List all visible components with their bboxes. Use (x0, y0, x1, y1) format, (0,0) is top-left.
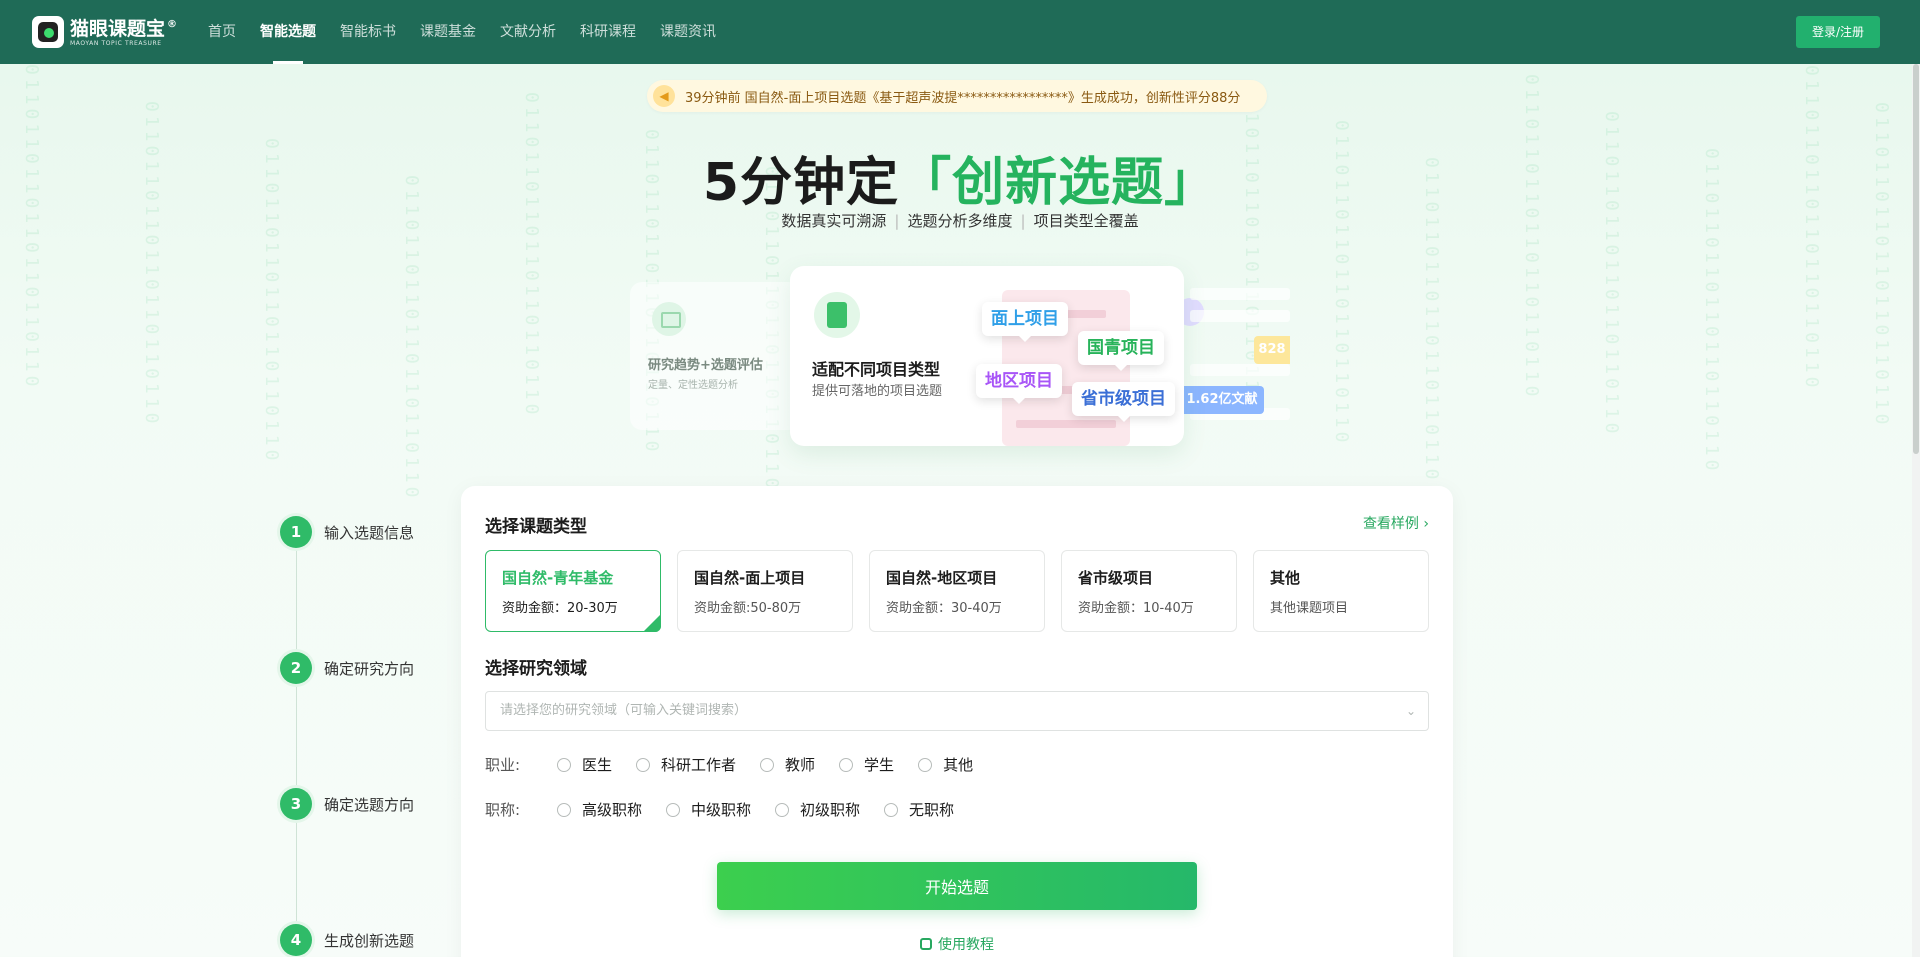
project-type-options: 国自然-青年基金 资助金额：20-30万 ✓ 国自然-面上项目 资助金额:50-… (485, 550, 1429, 632)
login-register-button[interactable]: 登录/注册 (1795, 16, 1880, 48)
feature-card-desc: 提供可落地的项目选题 (812, 384, 943, 399)
type-option-nsfc-general[interactable]: 国自然-面上项目 资助金额:50-80万 (677, 550, 853, 632)
chart-monitor-icon (652, 302, 686, 336)
feature-card-trend-title: 研究趋势+选题评估 (648, 358, 763, 373)
chip-general-project: 面上项目 (982, 302, 1068, 342)
radio-middle-title[interactable]: 中级职称 (666, 799, 751, 820)
logo-english: MAOYAN TOPIC TREASURE (70, 39, 162, 47)
main-menu: 首页 智能选题 智能标书 课题基金 文献分析 科研课程 课题资讯 (196, 0, 728, 64)
document-icon (814, 292, 860, 338)
view-sample-link[interactable]: 查看样例 › (1363, 513, 1429, 533)
radio-senior-title[interactable]: 高级职称 (557, 799, 642, 820)
type-option-nsfc-youth[interactable]: 国自然-青年基金 资助金额：20-30万 ✓ (485, 550, 661, 632)
tutorial-icon (920, 938, 932, 950)
hero-subtitle: 数据真实可溯源 | 选题分析多维度 | 项目类型全覆盖 (781, 212, 1139, 230)
tutorial-link[interactable]: 使用教程 (461, 934, 1453, 954)
stat-badge: 828 (1254, 336, 1290, 364)
type-option-other[interactable]: 其他 其他课题项目 (1253, 550, 1429, 632)
feature-card-trend-desc: 定量、定性选题分析 (648, 380, 738, 391)
cat-eye-logo-icon (32, 16, 64, 48)
chevron-down-icon: ⌄ (1405, 704, 1416, 718)
title-rank-group: 职称: 高级职称 中级职称 初级职称 无职称 (485, 799, 978, 820)
title-rank-label: 职称: (485, 801, 521, 819)
feature-card-project-types[interactable]: 适配不同项目类型 提供可落地的项目选题 面上项目 国青项目 地区项目 省市级项目 (790, 266, 1184, 446)
checkmark-icon: ✓ (650, 619, 658, 629)
step-label: 确定研究方向 (324, 659, 415, 678)
literature-count-badge: 1.62亿文献 (1180, 386, 1264, 414)
top-navbar: 猫眼课题宝 ® MAOYAN TOPIC TREASURE 首页 智能选题 智能标… (0, 0, 1920, 64)
chip-regional-project: 地区项目 (976, 364, 1062, 404)
live-notice-bar: ◀ 39分钟前 国自然-面上项目选题《基于超声波提***************… (647, 80, 1267, 112)
occupation-group: 职业: 医生 科研工作者 教师 学生 其他 (485, 754, 997, 775)
step-label: 输入选题信息 (324, 523, 415, 542)
speaker-icon: ◀ (653, 85, 675, 107)
step-number: 3 (280, 788, 312, 820)
topic-form-card: 选择课题类型 查看样例 › 国自然-青年基金 资助金额：20-30万 ✓ 国自然… (461, 486, 1453, 957)
menu-item-home[interactable]: 首页 (196, 0, 248, 64)
feature-card-title: 适配不同项目类型 (812, 360, 941, 379)
notice-text: 39分钟前 国自然-面上项目选题《基于超声波提*****************… (685, 90, 1241, 106)
step-1: 1 输入选题信息 (280, 516, 414, 548)
chip-youth-project: 国青项目 (1078, 331, 1164, 371)
hero-title-highlight: 「创新选题」 (899, 153, 1218, 213)
steps-connector (296, 532, 297, 952)
radio-junior-title[interactable]: 初级职称 (775, 799, 860, 820)
step-number: 4 (280, 924, 312, 956)
hero-title: 5分钟定「创新选题」 (702, 153, 1218, 213)
menu-item-research-courses[interactable]: 科研课程 (568, 0, 648, 64)
radio-doctor[interactable]: 医生 (557, 754, 612, 775)
radio-student[interactable]: 学生 (839, 754, 894, 775)
step-label: 确定选题方向 (324, 795, 415, 814)
project-type-title: 选择课题类型 (485, 517, 587, 537)
scrollbar-thumb[interactable] (1913, 64, 1919, 454)
type-option-nsfc-regional[interactable]: 国自然-地区项目 资助金额：30-40万 (869, 550, 1045, 632)
chip-provincial-project: 省市级项目 (1072, 382, 1175, 422)
progress-steps: 1 输入选题信息 2 确定研究方向 3 确定选题方向 4 生成创新选题 (280, 514, 440, 957)
step-4: 4 生成创新选题 (280, 924, 414, 956)
radio-other-job[interactable]: 其他 (918, 754, 973, 775)
start-topic-button[interactable]: 开始选题 (717, 862, 1197, 910)
menu-item-topic-fund[interactable]: 课题基金 (408, 0, 488, 64)
logo-name: 猫眼课题宝 ® (70, 17, 178, 40)
step-3: 3 确定选题方向 (280, 788, 414, 820)
menu-item-literature-analysis[interactable]: 文献分析 (488, 0, 568, 64)
research-field-placeholder: 请选择您的研究领域（可输入关键词搜索） (500, 703, 748, 718)
menu-item-smart-topic[interactable]: 智能选题 (248, 0, 328, 64)
feature-card-trend[interactable]: 研究趋势+选题评估 定量、定性选题分析 (630, 282, 800, 430)
menu-item-topic-news[interactable]: 课题资讯 (648, 0, 728, 64)
research-field-select[interactable]: 请选择您的研究领域（可输入关键词搜索） ⌄ (485, 691, 1429, 731)
radio-researcher[interactable]: 科研工作者 (636, 754, 736, 775)
occupation-label: 职业: (485, 756, 521, 774)
step-2: 2 确定研究方向 (280, 652, 414, 684)
type-option-provincial[interactable]: 省市级项目 资助金额：10-40万 (1061, 550, 1237, 632)
step-number: 1 (280, 516, 312, 548)
logo[interactable]: 猫眼课题宝 ® MAOYAN TOPIC TREASURE (32, 16, 182, 48)
menu-item-smart-proposal[interactable]: 智能标书 (328, 0, 408, 64)
radio-teacher[interactable]: 教师 (760, 754, 815, 775)
binary-rain-column: 0110110110110110110110 (1521, 74, 1542, 401)
step-label: 生成创新选题 (324, 931, 415, 950)
radio-no-title[interactable]: 无职称 (884, 799, 954, 820)
research-field-title: 选择研究领域 (485, 659, 587, 679)
step-number: 2 (280, 652, 312, 684)
